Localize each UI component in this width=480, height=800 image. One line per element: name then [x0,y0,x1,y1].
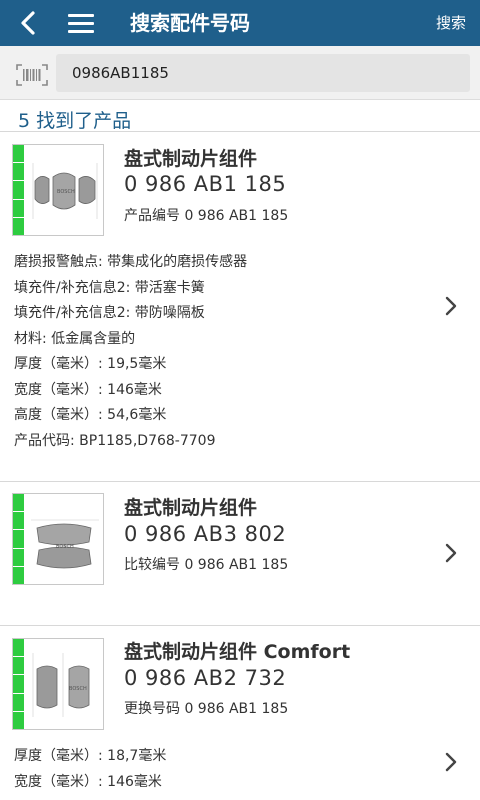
quality-bar [13,494,24,585]
app-header: 搜索配件号码 搜索 [0,0,480,46]
attribute-item: 厚度（毫米）: 19,5毫米 [14,356,167,372]
svg-text:BOSCH: BOSCH [69,686,87,692]
chevron-right-icon[interactable] [444,542,458,564]
product-name: 盘式制动片组件 Comfort [124,641,351,663]
barcode-icon[interactable] [16,64,48,86]
product-number: 0 986 AB1 185 [124,172,287,196]
attribute-item: 高度（毫米）: 54,6毫米 [14,407,167,423]
quality-bar [13,145,24,236]
product-image: BOSCH [12,144,104,236]
attribute-item: 材料: 低金属含量的 [14,330,136,347]
attribute-item: 厚度（毫米）: 18,7毫米 [14,748,167,764]
svg-text:BOSCH: BOSCH [56,544,74,550]
product-card[interactable]: BOSCH 盘式制动片组件 Comfort 0 986 AB2 732 更换号码… [0,626,480,800]
brake-pad-image: BOSCH [32,653,90,717]
product-number: 0 986 AB2 732 [124,666,287,690]
search-input[interactable] [56,54,470,92]
attribute-item: 填充件/补充信息2: 带防噪隔板 [14,305,205,321]
product-number: 0 986 AB3 802 [124,522,287,546]
product-subline: 比较编号 0 986 AB1 185 [124,557,289,573]
chevron-right-icon[interactable] [444,295,458,317]
product-subline: 产品编号 0 986 AB1 185 [124,208,289,224]
attribute-item: 填充件/补充信息2: 带活塞卡簧 [14,279,205,296]
back-button[interactable] [12,6,44,40]
brake-pad-image: BOSCH [31,519,99,569]
search-bar [0,46,480,100]
attribute-list: 磨损报警触点: 带集成化的磨损传感器 填充件/补充信息2: 带活塞卡簧 填充件/… [14,250,247,454]
chevron-left-icon [21,11,35,35]
product-card[interactable]: BOSCH 盘式制动片组件 0 986 AB1 185 产品编号 0 986 A… [0,132,480,482]
product-image: BOSCH [12,493,104,585]
hamburger-menu-icon [68,13,94,17]
search-button[interactable]: 搜索 [436,0,466,46]
attribute-list: 厚度（毫米）: 18,7毫米 宽度（毫米）: 146毫米 [14,744,166,795]
menu-button[interactable] [68,8,98,38]
brake-pad-image: BOSCH [32,163,98,219]
product-subline: 更换号码 0 986 AB1 185 [124,701,289,717]
quality-bar [13,639,24,730]
attribute-item: 宽度（毫米）: 146毫米 [14,381,162,398]
attribute-item: 产品代码: BP1185,D768-7709 [14,432,216,449]
page-title: 搜索配件号码 [130,11,250,35]
product-image: BOSCH [12,638,104,730]
product-card[interactable]: BOSCH 盘式制动片组件 0 986 AB3 802 比较编号 0 986 A… [0,482,480,626]
chevron-right-icon[interactable] [444,751,458,773]
results-count: 5 找到了产品 [18,110,132,132]
svg-text:BOSCH: BOSCH [57,189,75,195]
product-name: 盘式制动片组件 [124,497,258,519]
attribute-item: 磨损报警触点: 带集成化的磨损传感器 [14,254,248,270]
attribute-item: 宽度（毫米）: 146毫米 [14,773,162,790]
product-name: 盘式制动片组件 [124,148,258,170]
